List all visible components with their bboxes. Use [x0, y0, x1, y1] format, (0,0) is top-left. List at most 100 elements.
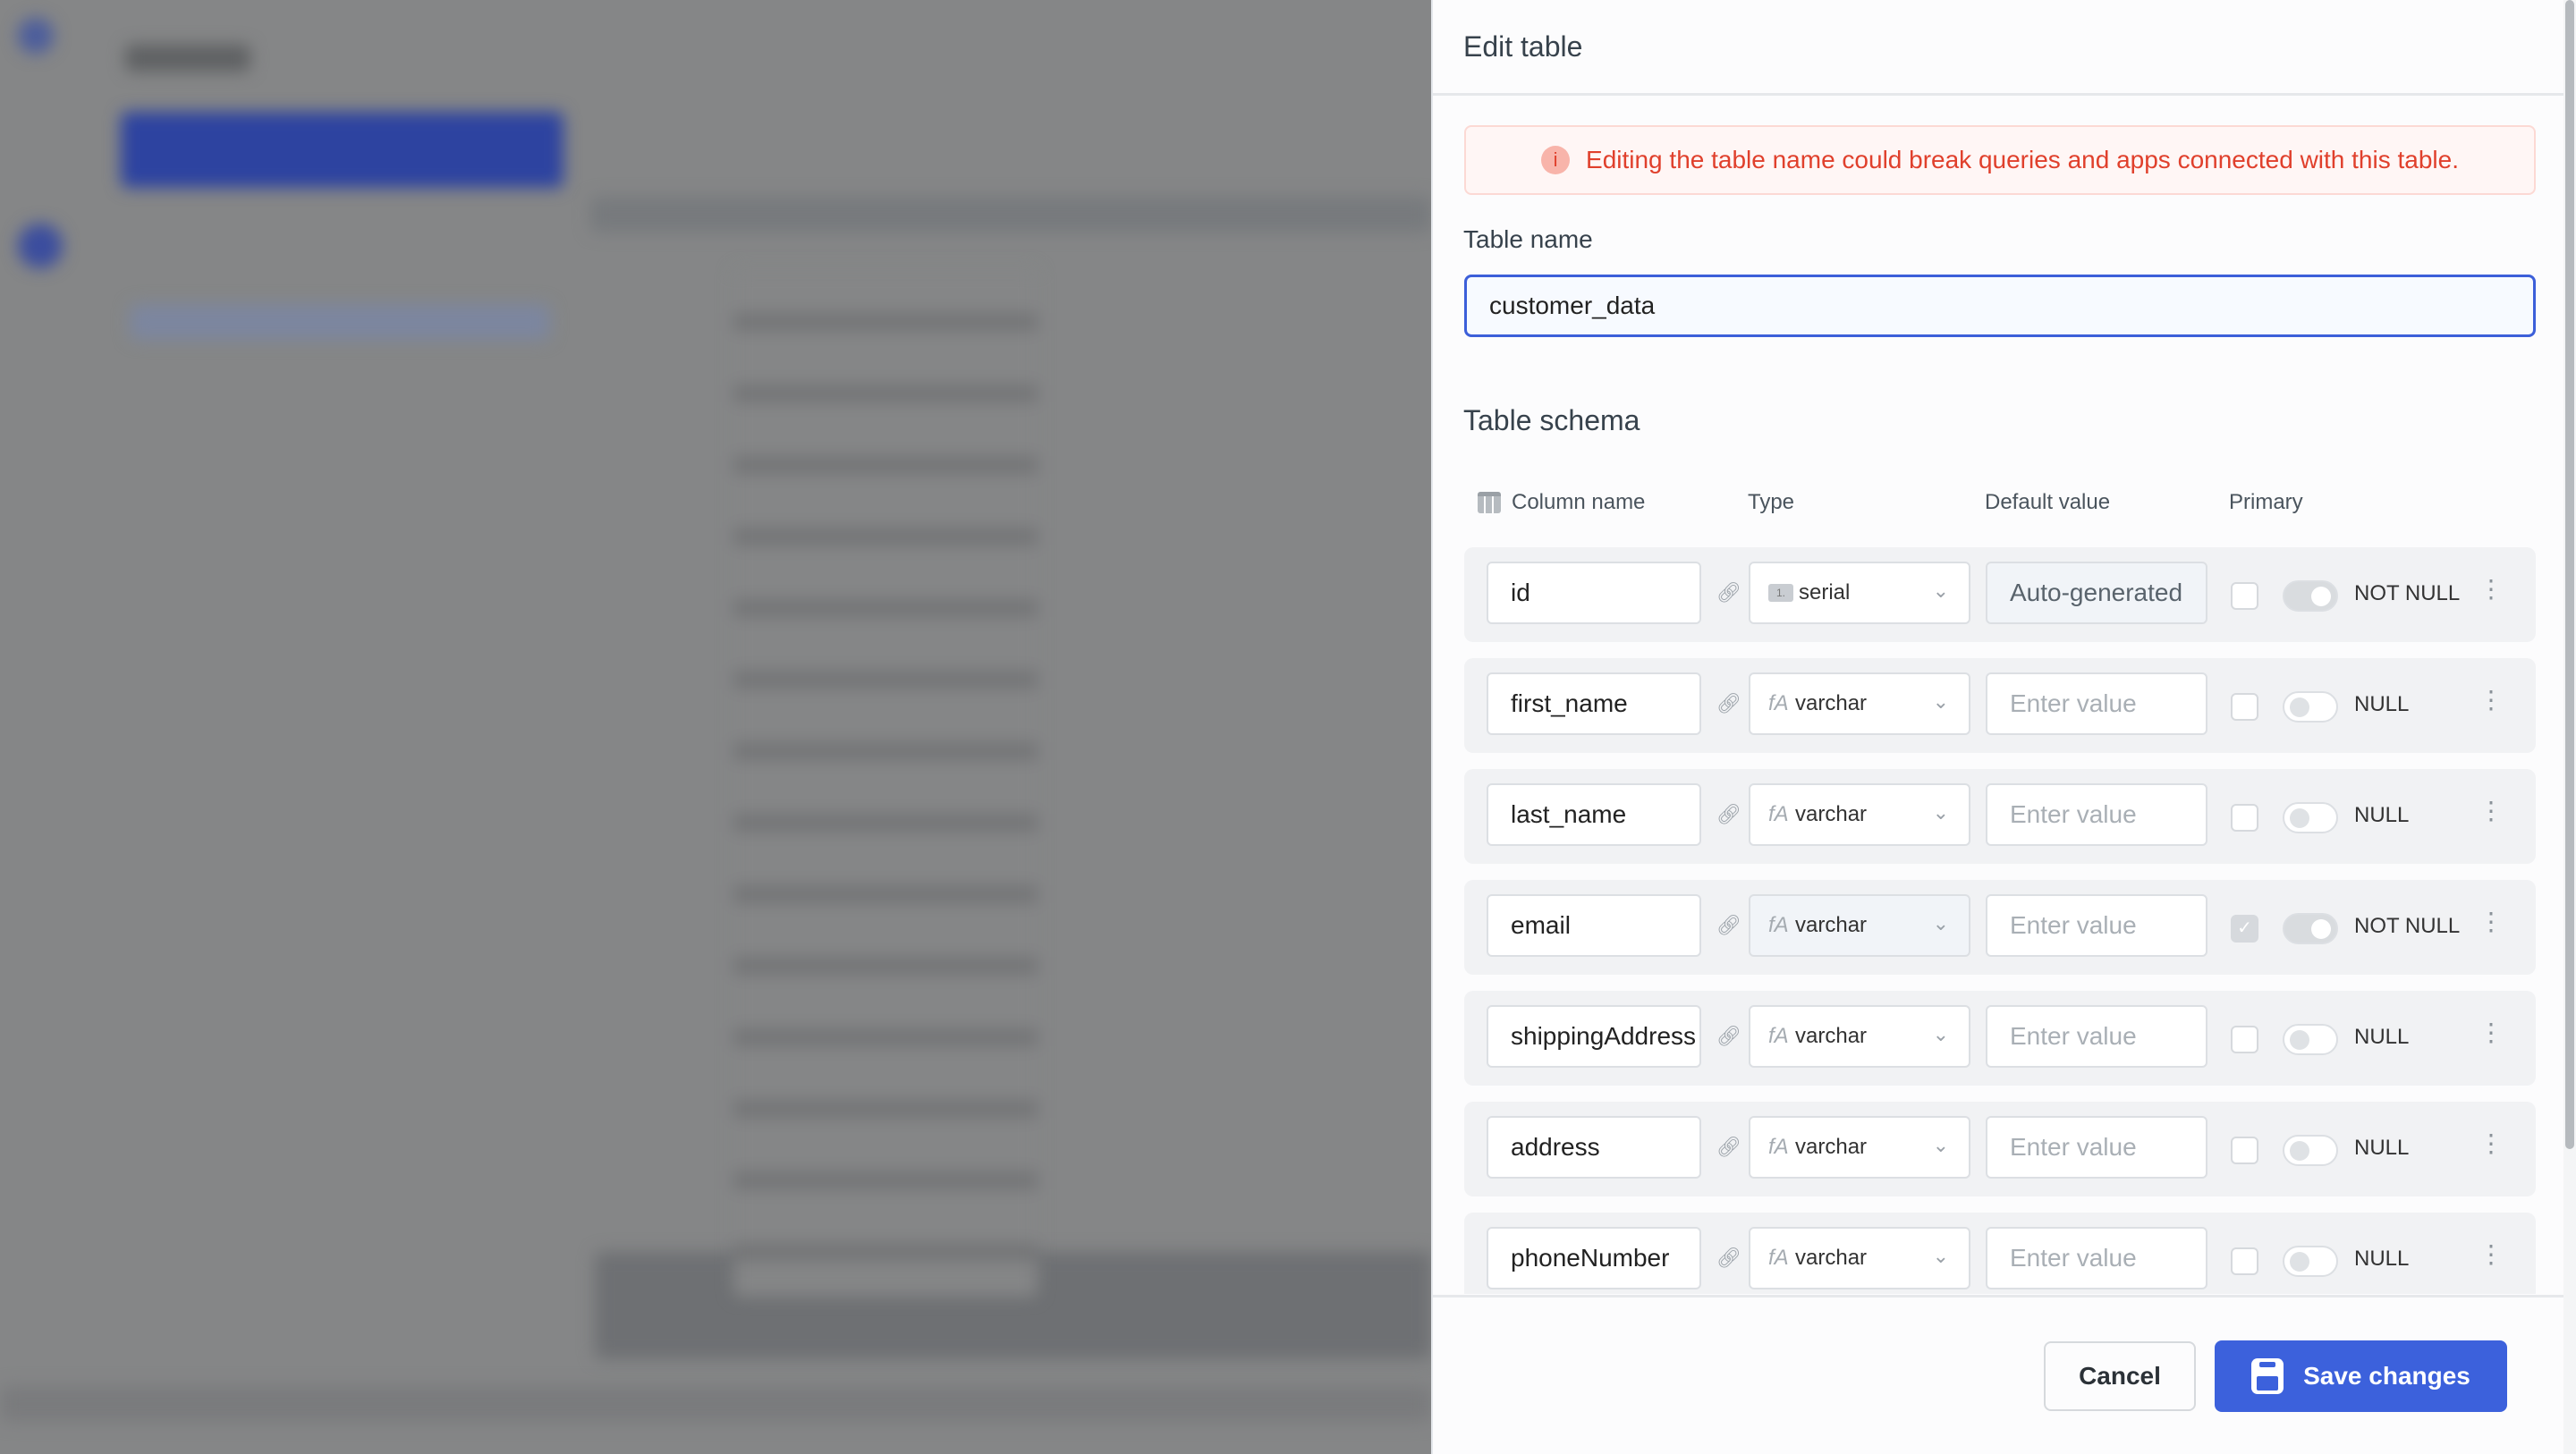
primary-key-checkbox[interactable] [2231, 1247, 2258, 1275]
nullable-toggle[interactable] [2283, 913, 2338, 944]
more-options-icon[interactable]: ⋮ [2479, 1129, 2504, 1158]
nullable-toggle[interactable] [2283, 691, 2338, 723]
default-value-text: Enter value [2010, 1133, 2137, 1161]
null-label: NULL [2354, 692, 2410, 716]
link-icon[interactable]: 🔗︎ [1716, 803, 1741, 826]
type-select[interactable]: fA varchar ⌄ [1749, 672, 1970, 735]
column-name-value: first_name [1511, 689, 1628, 717]
primary-key-checkbox[interactable] [2231, 693, 2258, 721]
column-name-input[interactable]: shippingAddress [1487, 1005, 1701, 1068]
schema-title: Table schema [1463, 404, 1640, 436]
primary-key-checkbox[interactable] [2231, 804, 2258, 832]
schema-row: email 🔗︎ fA varchar ⌄ Enter value ✓ NOT … [1464, 880, 2536, 975]
text-type-icon: fA [1768, 802, 1789, 826]
null-label: NULL [2354, 1136, 2410, 1160]
edit-table-panel: Edit table i Editing the table name coul… [1431, 0, 2576, 1454]
nullable-toggle[interactable] [2283, 1024, 2338, 1055]
scrollbar[interactable] [2563, 0, 2576, 1454]
type-select[interactable]: fA varchar ⌄ [1749, 1116, 1970, 1179]
chevron-down-icon: ⌄ [1932, 690, 1949, 713]
type-value: varchar [1795, 1135, 1868, 1159]
column-name-input[interactable]: first_name [1487, 672, 1701, 735]
save-changes-label: Save changes [2303, 1362, 2470, 1390]
more-options-icon[interactable]: ⋮ [2479, 1239, 2504, 1269]
schema-row: shippingAddress 🔗︎ fA varchar ⌄ Enter va… [1464, 991, 2536, 1086]
text-type-icon: fA [1768, 1246, 1789, 1270]
column-name-value: email [1511, 911, 1571, 939]
type-select[interactable]: fA varchar ⌄ [1749, 1227, 1970, 1289]
column-name-input[interactable]: id [1487, 562, 1701, 624]
schema-row: id 🔗︎ 1. serial ⌄ Auto-generated NOT NUL… [1464, 547, 2536, 642]
type-value: varchar [1795, 1246, 1868, 1270]
null-label: NOT NULL [2354, 581, 2461, 605]
panel-header: Edit table [1433, 0, 2576, 96]
link-icon[interactable]: 🔗︎ [1716, 1025, 1741, 1048]
link-icon[interactable]: 🔗︎ [1716, 1247, 1741, 1270]
more-options-icon[interactable]: ⋮ [2479, 1018, 2504, 1047]
primary-key-checkbox[interactable]: ✓ [2231, 915, 2258, 943]
chevron-down-icon: ⌄ [1932, 1134, 1949, 1156]
table-name-label: Table name [1463, 225, 1593, 253]
default-value-header: Default value [1985, 490, 2111, 514]
column-name-input[interactable]: phoneNumber [1487, 1227, 1701, 1289]
default-value-input[interactable]: Enter value [1986, 672, 2207, 735]
null-label: NULL [2354, 803, 2410, 827]
table-icon [1478, 492, 1501, 513]
column-name-header: Column name [1478, 490, 1645, 515]
default-value-input[interactable]: Enter value [1986, 1227, 2207, 1289]
more-options-icon[interactable]: ⋮ [2479, 685, 2504, 714]
type-select[interactable]: fA varchar ⌄ [1749, 894, 1970, 957]
save-changes-button[interactable]: Save changes [2215, 1340, 2507, 1412]
scrollbar-thumb[interactable] [2565, 0, 2574, 1149]
more-options-icon[interactable]: ⋮ [2479, 796, 2504, 825]
null-label: NULL [2354, 1247, 2410, 1271]
blurred-background-app [0, 0, 1431, 1454]
link-icon[interactable]: 🔗︎ [1716, 914, 1741, 937]
default-value-input[interactable]: Enter value [1986, 1116, 2207, 1179]
text-type-icon: fA [1768, 1135, 1789, 1159]
default-value-input[interactable]: Enter value [1986, 783, 2207, 846]
type-select[interactable]: fA varchar ⌄ [1749, 783, 1970, 846]
link-icon[interactable]: 🔗︎ [1716, 692, 1741, 715]
default-value-text: Enter value [2010, 800, 2137, 828]
default-value-input[interactable]: Enter value [1986, 894, 2207, 957]
text-type-icon: fA [1768, 691, 1789, 715]
chevron-down-icon: ⌄ [1932, 1245, 1949, 1267]
default-value-input[interactable]: Enter value [1986, 1005, 2207, 1068]
panel-title: Edit table [1463, 30, 1583, 63]
column-name-header-label: Column name [1512, 490, 1646, 514]
link-icon[interactable]: 🔗︎ [1716, 581, 1741, 604]
cancel-button[interactable]: Cancel [2044, 1341, 2196, 1411]
schema-rows: id 🔗︎ 1. serial ⌄ Auto-generated NOT NUL… [1464, 547, 2536, 1294]
chevron-down-icon: ⌄ [1932, 801, 1949, 824]
column-name-value: phoneNumber [1511, 1244, 1670, 1272]
column-name-input[interactable]: email [1487, 894, 1701, 957]
null-label: NULL [2354, 1025, 2410, 1049]
nullable-toggle[interactable] [2283, 802, 2338, 833]
table-name-input[interactable] [1464, 275, 2536, 337]
primary-key-checkbox[interactable] [2231, 1137, 2258, 1164]
null-label: NOT NULL [2354, 914, 2461, 938]
default-value-text: Enter value [2010, 1244, 2137, 1272]
column-name-value: address [1511, 1133, 1600, 1161]
type-select[interactable]: 1. serial ⌄ [1749, 562, 1970, 624]
schema-row: address 🔗︎ fA varchar ⌄ Enter value NULL… [1464, 1102, 2536, 1196]
type-value: serial [1799, 580, 1851, 604]
nullable-toggle[interactable] [2283, 580, 2338, 612]
type-select[interactable]: fA varchar ⌄ [1749, 1005, 1970, 1068]
nullable-toggle[interactable] [2283, 1135, 2338, 1166]
more-options-icon[interactable]: ⋮ [2479, 907, 2504, 936]
column-name-value: shippingAddress [1511, 1022, 1697, 1050]
serial-type-icon: 1. [1768, 584, 1793, 602]
column-name-input[interactable]: last_name [1487, 783, 1701, 846]
primary-key-checkbox[interactable] [2231, 1026, 2258, 1053]
type-header: Type [1748, 490, 1795, 514]
default-value-text: Auto-generated [2010, 579, 2183, 606]
default-value-input: Auto-generated [1986, 562, 2207, 624]
link-icon[interactable]: 🔗︎ [1716, 1136, 1741, 1159]
more-options-icon[interactable]: ⋮ [2479, 574, 2504, 604]
nullable-toggle[interactable] [2283, 1246, 2338, 1277]
primary-key-checkbox[interactable] [2231, 582, 2258, 610]
column-name-input[interactable]: address [1487, 1116, 1701, 1179]
type-value: varchar [1795, 913, 1868, 937]
